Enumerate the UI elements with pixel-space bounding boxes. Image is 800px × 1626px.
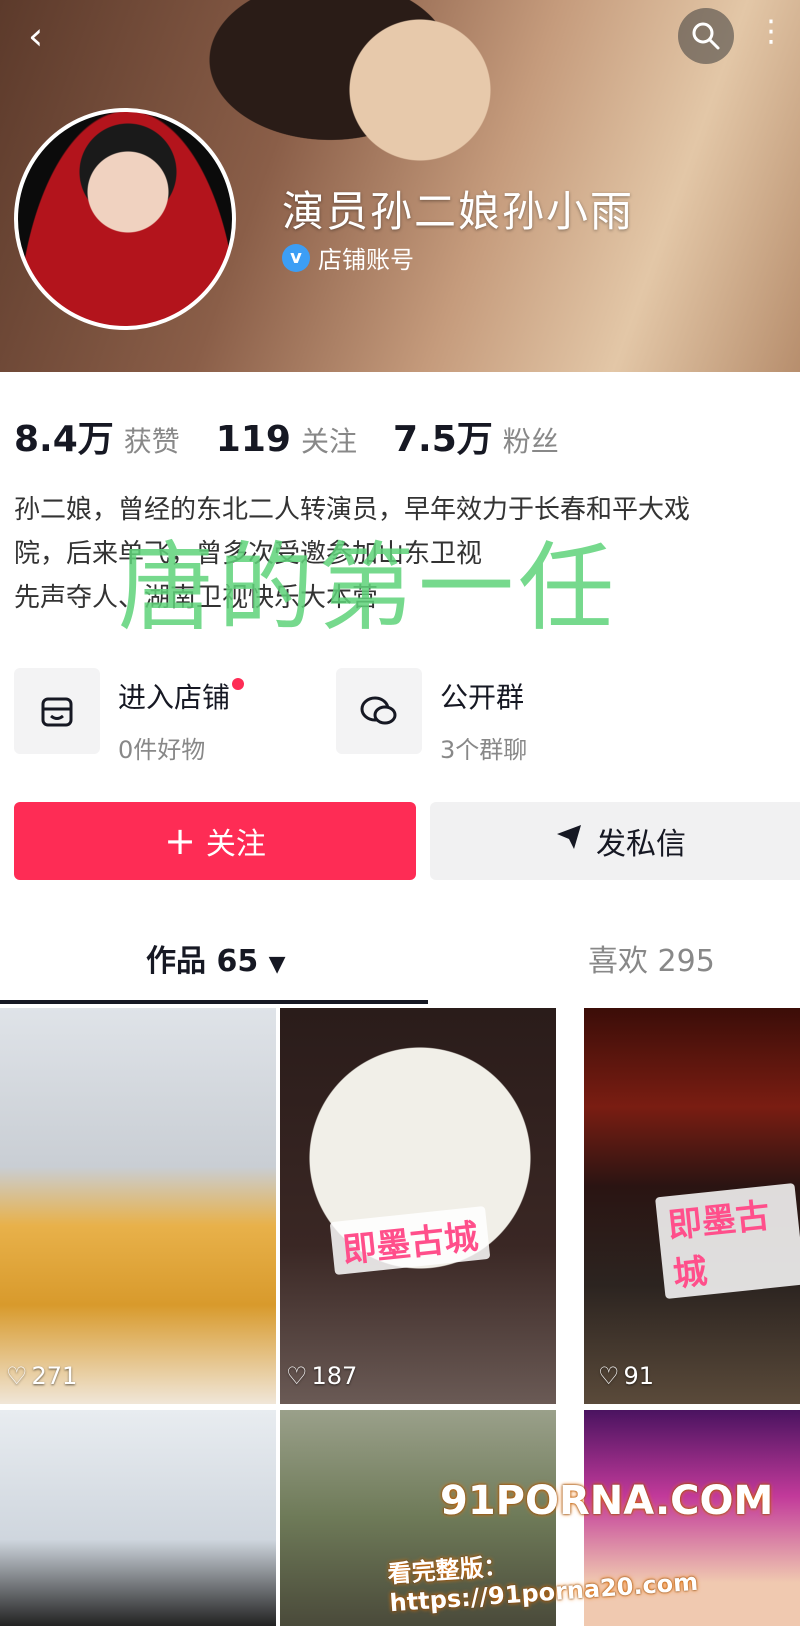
tab-works-label: 作品 65: [146, 944, 259, 979]
profile-stats: 8.4万 获赞 119 关注 7.5万 粉丝: [14, 410, 595, 462]
likes-label: 获赞: [123, 425, 180, 458]
verified-label: 店铺账号: [318, 246, 414, 274]
caret-down-icon: ▼: [268, 952, 286, 977]
group-subtitle: 3个群聊: [440, 736, 528, 764]
plus-icon: +: [164, 819, 196, 863]
message-button[interactable]: 发私信: [430, 802, 800, 880]
profile-name: 演员孙二娘孙小雨: [282, 187, 635, 236]
search-icon[interactable]: [678, 8, 734, 64]
overlay-caption: 唐的第一任: [118, 532, 618, 644]
notification-dot: [232, 678, 245, 690]
back-icon[interactable]: ‹: [28, 16, 68, 56]
verified-icon: v: [282, 243, 310, 272]
like-count: 91: [623, 1362, 655, 1390]
video-likes: ♡ 91: [598, 1362, 654, 1390]
heart-icon: ♡: [598, 1362, 620, 1390]
video-thumbnail[interactable]: [0, 1410, 276, 1626]
video-thumbnail[interactable]: 即墨古城 ♡ 91: [584, 1008, 800, 1404]
heart-icon: ♡: [286, 1362, 308, 1390]
store-title: 进入店铺: [118, 681, 231, 714]
verified-badge: v 店铺账号: [282, 240, 414, 275]
store-icon: [14, 668, 100, 754]
send-icon: [554, 822, 584, 860]
store-entry[interactable]: 进入店铺 0件好物: [14, 668, 245, 765]
more-icon[interactable]: ⋮: [756, 14, 786, 49]
tab-likes[interactable]: 喜欢 295: [588, 936, 715, 980]
followers-label: 粉丝: [502, 425, 559, 458]
like-count: 187: [311, 1362, 358, 1390]
watermark-brand: 91PORNA.COM: [440, 1478, 774, 1524]
tab-underline: [0, 1000, 428, 1004]
heart-icon: ♡: [6, 1362, 28, 1390]
follow-label: 关注: [205, 827, 266, 862]
tab-works[interactable]: 作品 65 ▼: [146, 936, 286, 980]
followers-count[interactable]: 7.5万: [393, 410, 493, 462]
likes-count[interactable]: 8.4万: [14, 410, 114, 462]
video-likes: ♡ 271: [6, 1362, 77, 1390]
group-chat-icon: [336, 668, 422, 754]
video-thumbnail[interactable]: ♡ 271: [0, 1008, 276, 1404]
video-likes: ♡ 187: [286, 1362, 357, 1390]
video-thumbnail[interactable]: 即墨古城 ♡ 187: [280, 1008, 556, 1404]
follow-button[interactable]: + 关注: [14, 802, 416, 880]
following-count[interactable]: 119: [216, 419, 291, 460]
store-subtitle: 0件好物: [118, 736, 206, 764]
group-entry[interactable]: 公开群 3个群聊: [336, 668, 527, 765]
following-label: 关注: [300, 425, 357, 458]
message-label: 发私信: [596, 827, 686, 862]
video-tag: 即墨古城: [329, 1205, 491, 1276]
group-title: 公开群: [440, 681, 525, 714]
avatar[interactable]: [14, 108, 236, 330]
video-tag: 即墨古城: [655, 1182, 800, 1300]
like-count: 271: [31, 1362, 78, 1390]
profile-header: ‹ ⋮ 演员孙二娘孙小雨 v 店铺账号: [0, 0, 800, 372]
